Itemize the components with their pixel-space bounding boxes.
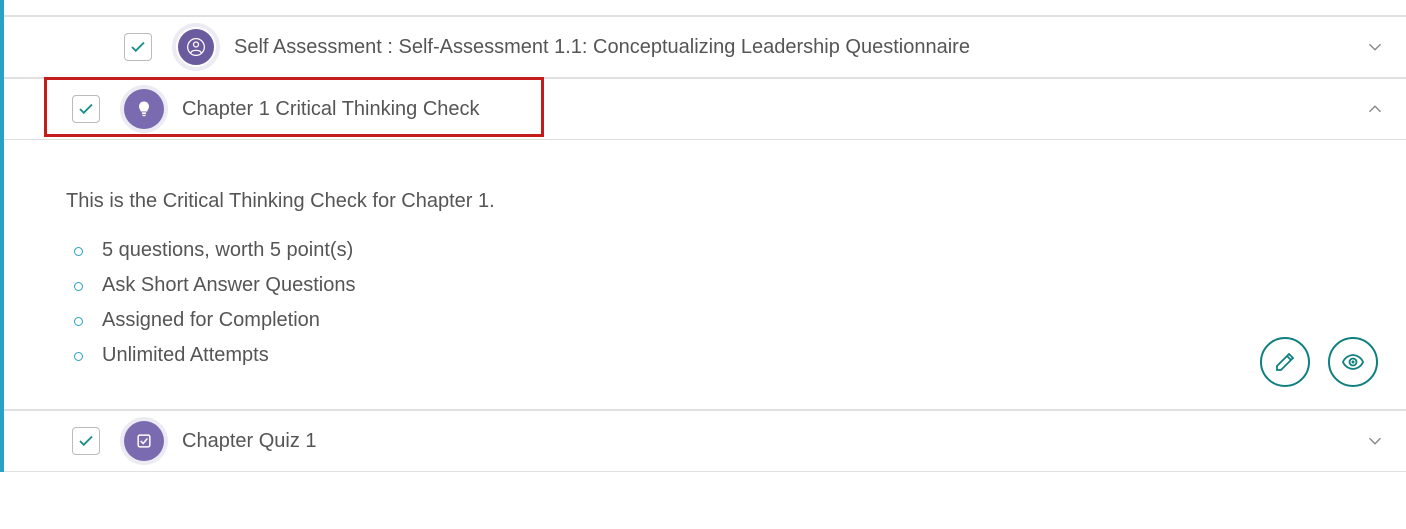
check-icon — [129, 38, 147, 56]
pencil-icon — [1273, 350, 1297, 374]
quiz-icon — [124, 421, 164, 461]
preview-button[interactable] — [1328, 337, 1378, 387]
person-icon — [176, 27, 216, 67]
activity-meta-list: 5 questions, worth 5 point(s) Ask Short … — [66, 239, 1376, 367]
edit-button[interactable] — [1260, 337, 1310, 387]
activity-details-panel: This is the Critical Thinking Check for … — [4, 140, 1406, 410]
activity-title: Chapter 1 Critical Thinking Check — [182, 98, 1364, 121]
activity-meta-item: Ask Short Answer Questions — [66, 274, 1376, 297]
activity-meta-item: 5 questions, worth 5 point(s) — [66, 239, 1376, 262]
chevron-down-icon[interactable] — [1364, 36, 1386, 58]
check-icon — [77, 100, 95, 118]
select-checkbox[interactable] — [72, 95, 100, 123]
activity-actions — [1260, 337, 1378, 387]
activity-meta-item: Unlimited Attempts — [66, 344, 1376, 367]
activity-title: Self Assessment : Self-Assessment 1.1: C… — [234, 36, 1364, 59]
activity-meta-item: Assigned for Completion — [66, 309, 1376, 332]
divider — [4, 0, 1406, 16]
activity-row-chapter-quiz[interactable]: Chapter Quiz 1 — [4, 410, 1406, 472]
chevron-down-icon[interactable] — [1364, 430, 1386, 452]
activity-row-critical-thinking[interactable]: Chapter 1 Critical Thinking Check — [4, 78, 1406, 140]
chevron-up-icon[interactable] — [1364, 98, 1386, 120]
activity-title: Chapter Quiz 1 — [182, 430, 1364, 453]
select-checkbox[interactable] — [72, 427, 100, 455]
activity-description: This is the Critical Thinking Check for … — [66, 190, 1376, 213]
eye-icon — [1341, 350, 1365, 374]
select-checkbox[interactable] — [124, 33, 152, 61]
activity-row-self-assessment[interactable]: Self Assessment : Self-Assessment 1.1: C… — [4, 16, 1406, 78]
content-list: Self Assessment : Self-Assessment 1.1: C… — [0, 0, 1406, 472]
check-icon — [77, 432, 95, 450]
lightbulb-icon — [124, 89, 164, 129]
